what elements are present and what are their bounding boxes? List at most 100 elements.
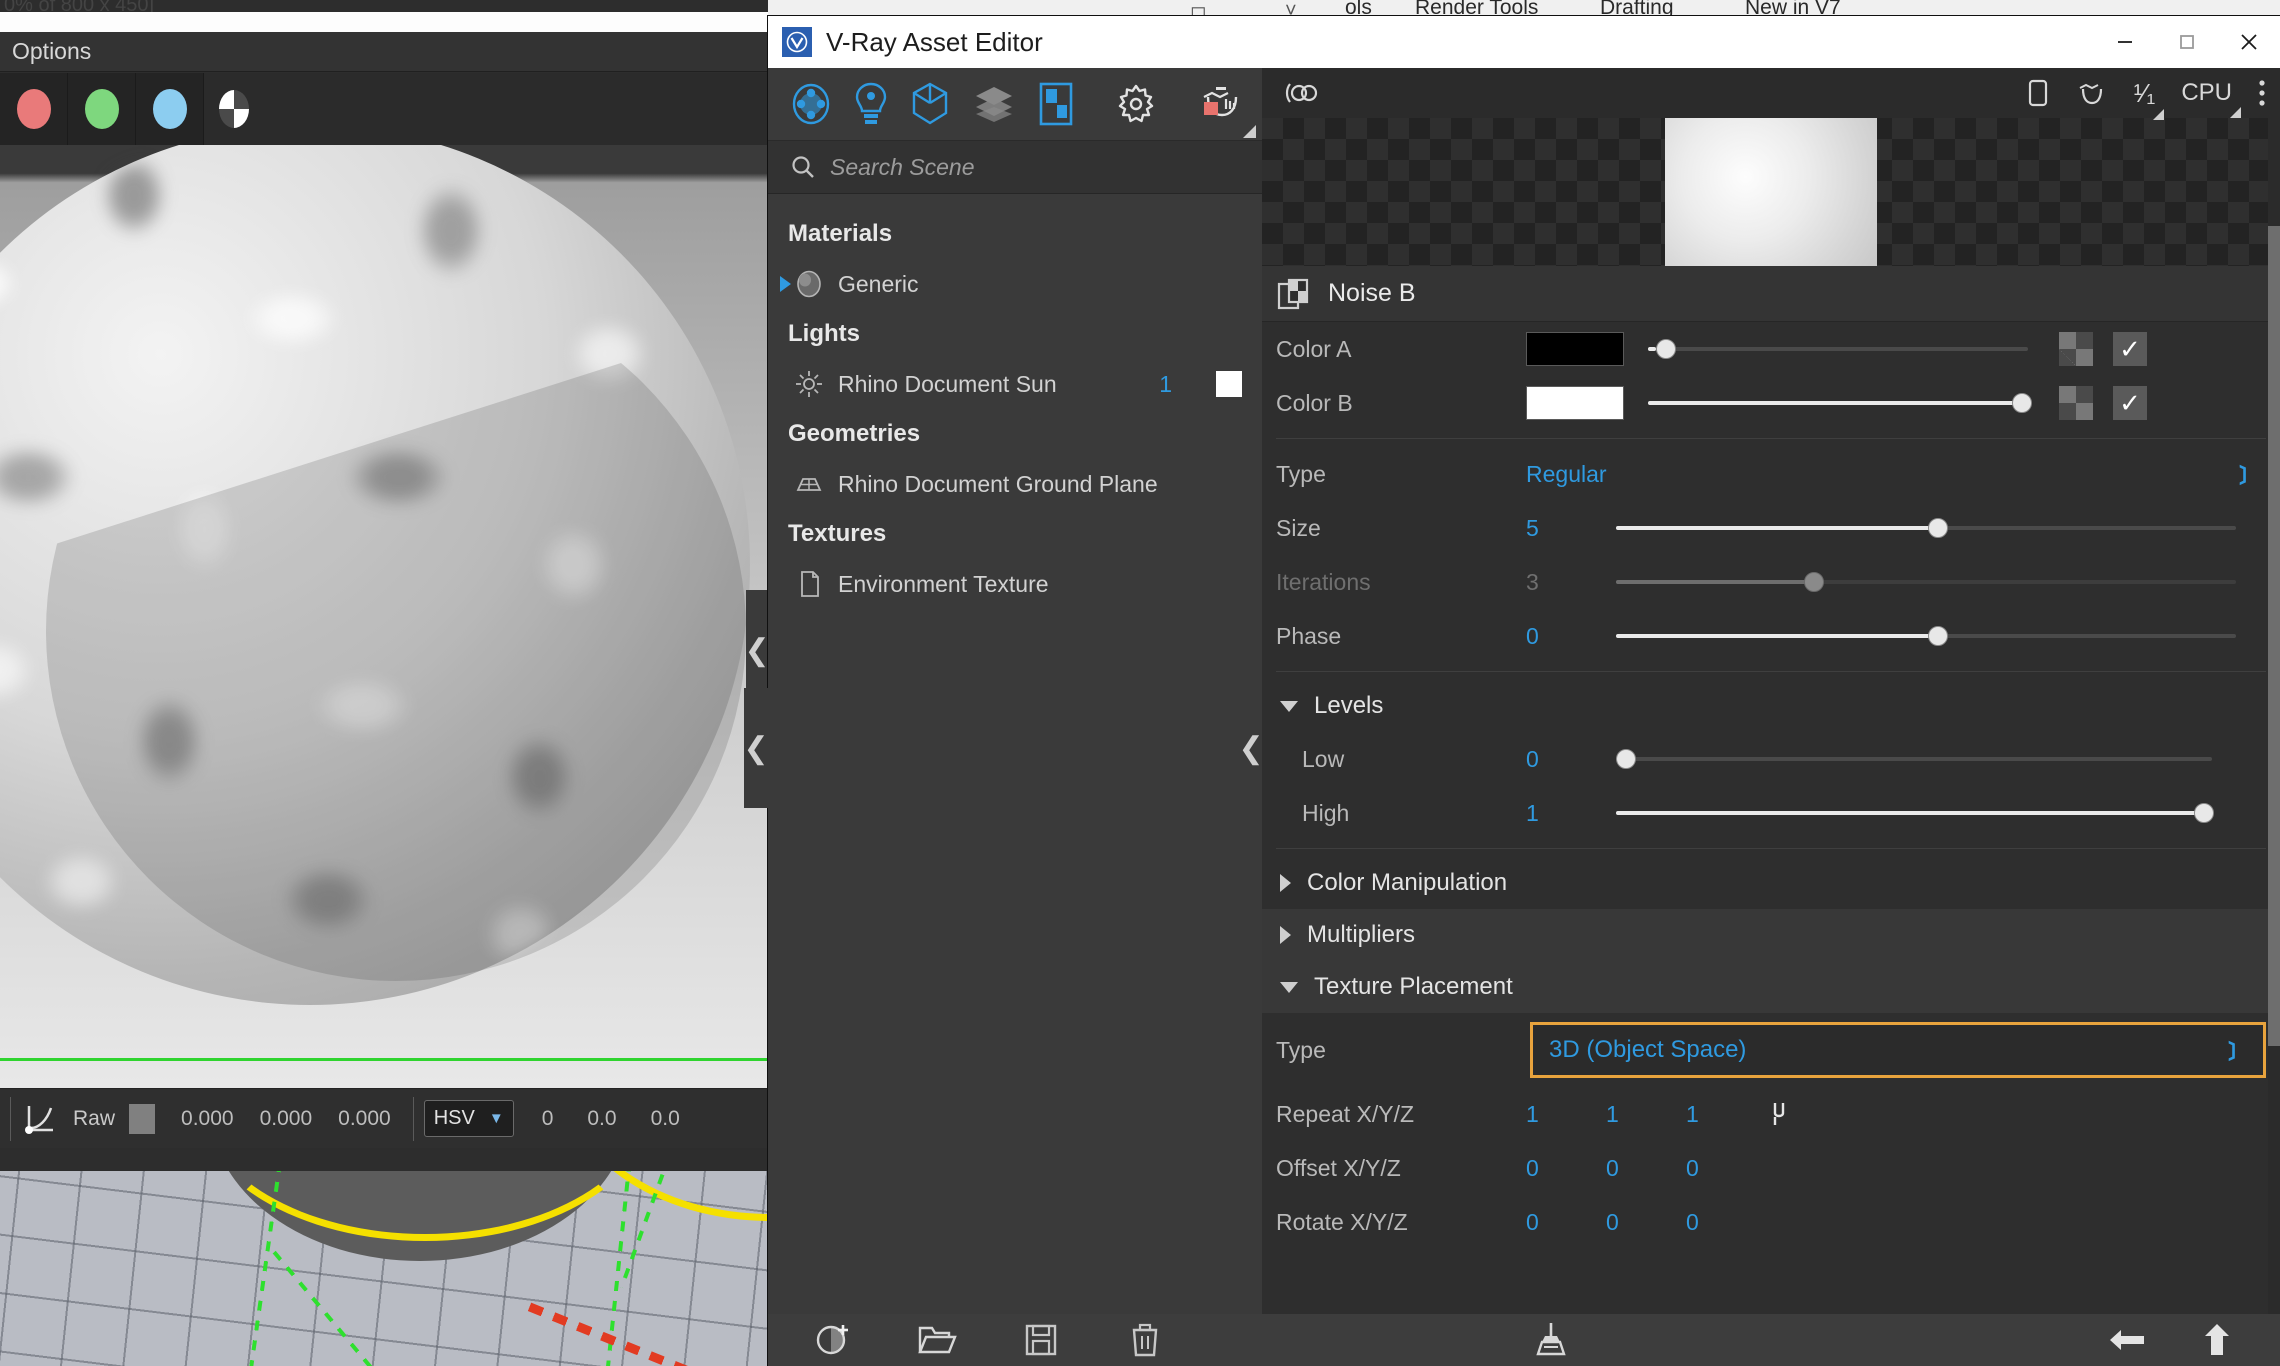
open-asset-button[interactable] bbox=[904, 1314, 970, 1366]
section-multipliers[interactable]: Multipliers bbox=[1262, 909, 2280, 961]
property-row-placement-type[interactable]: Type 3D (Object Space) ﹞ bbox=[1262, 1013, 2280, 1087]
repeat-x-value[interactable]: 1 bbox=[1526, 1101, 1606, 1128]
purge-assets-button[interactable] bbox=[1518, 1314, 1584, 1366]
rotate-y-value[interactable]: 0 bbox=[1606, 1209, 1686, 1236]
repeat-z-value[interactable]: 1 bbox=[1686, 1101, 1766, 1128]
curve-icon[interactable] bbox=[21, 1100, 59, 1138]
back-button[interactable] bbox=[2094, 1314, 2160, 1366]
asset-editor-footer[interactable] bbox=[768, 1314, 2280, 1366]
link-icon[interactable] bbox=[1766, 1099, 1792, 1129]
iterations-value[interactable]: 3 bbox=[1526, 569, 1606, 596]
color-a-slider[interactable] bbox=[1648, 338, 2028, 360]
render-elements-tab[interactable] bbox=[972, 78, 1016, 130]
placement-type-chevron-down-icon[interactable]: ﹞ bbox=[2217, 1035, 2247, 1065]
asset-type-toolbar[interactable] bbox=[768, 68, 1324, 140]
color-b-enabled-checkbox[interactable]: ✓ bbox=[2113, 386, 2147, 420]
stop-render-icon[interactable] bbox=[2026, 78, 2050, 108]
light-color-swatch[interactable] bbox=[1216, 371, 1242, 397]
rotate-x-value[interactable]: 0 bbox=[1526, 1209, 1606, 1236]
resolution-dropdown-triangle-icon[interactable] bbox=[2153, 108, 2165, 120]
green-channel-button[interactable] bbox=[68, 73, 136, 145]
property-row-type[interactable]: Type Regular ﹞ bbox=[1262, 447, 2280, 501]
expand-arrow-icon[interactable] bbox=[780, 276, 791, 292]
preview-header[interactable]: ¹⁄₁ CPU bbox=[1262, 68, 2280, 120]
iterations-slider[interactable] bbox=[1616, 571, 2236, 593]
phase-slider[interactable] bbox=[1616, 625, 2236, 647]
offset-y-value[interactable]: 0 bbox=[1606, 1155, 1686, 1182]
device-button[interactable]: CPU bbox=[2181, 79, 2241, 118]
type-chevron-down-icon[interactable]: ﹞ bbox=[2228, 459, 2258, 489]
teapot-preview-icon[interactable] bbox=[2076, 79, 2108, 107]
low-value[interactable]: 0 bbox=[1526, 746, 1606, 773]
placement-type-select[interactable]: 3D (Object Space) ﹞ bbox=[1530, 1022, 2266, 1078]
high-value[interactable]: 1 bbox=[1526, 800, 1606, 827]
low-slider[interactable] bbox=[1616, 748, 2212, 770]
color-a-swatch[interactable] bbox=[1526, 332, 1624, 366]
rhino-viewport[interactable] bbox=[0, 1171, 768, 1366]
close-button[interactable] bbox=[2218, 16, 2280, 68]
repeat-y-value[interactable]: 1 bbox=[1606, 1101, 1686, 1128]
window-title-bar[interactable]: V-Ray Asset Editor bbox=[768, 16, 2280, 68]
material-preview-area[interactable] bbox=[1262, 118, 2280, 266]
kebab-menu-icon[interactable] bbox=[2258, 78, 2266, 108]
properties-scrollbar-thumb[interactable] bbox=[2268, 226, 2280, 1046]
rotate-z-value[interactable]: 0 bbox=[1686, 1209, 1766, 1236]
size-slider[interactable] bbox=[1616, 517, 2236, 539]
settings-tab[interactable] bbox=[1114, 78, 1158, 130]
section-texture-placement[interactable]: Texture Placement bbox=[1262, 961, 2280, 1013]
color-b-texture-slot-icon[interactable] bbox=[2059, 386, 2093, 420]
alpha-channel-button[interactable] bbox=[212, 73, 256, 145]
high-slider[interactable] bbox=[1616, 802, 2215, 824]
properties-scrollbar-track[interactable] bbox=[2268, 118, 2280, 1314]
up-button[interactable] bbox=[2184, 1314, 2250, 1366]
property-row-color-a[interactable]: Color A ✓ bbox=[1262, 322, 2280, 376]
offset-x-value[interactable]: 0 bbox=[1526, 1155, 1606, 1182]
property-row-rotate[interactable]: Rotate X/Y/Z 0 0 0 bbox=[1262, 1195, 2280, 1249]
property-row-iterations[interactable]: Iterations 3 bbox=[1262, 555, 2280, 609]
maximize-button[interactable] bbox=[2156, 16, 2218, 68]
tree-item-rhino-document-sun[interactable]: Rhino Document Sun 1 bbox=[768, 360, 1262, 408]
tree-item-generic[interactable]: Generic bbox=[768, 260, 1262, 308]
channel-button-row[interactable] bbox=[0, 73, 768, 145]
render-status-bar[interactable]: Raw 0.000 0.000 0.000 HSV ▼ 0 0.0 0.0 bbox=[0, 1088, 768, 1148]
delete-asset-button[interactable] bbox=[1112, 1314, 1178, 1366]
resolution-divider-button[interactable]: ¹⁄₁ bbox=[2134, 78, 2165, 120]
search-scene-row[interactable] bbox=[768, 140, 1262, 194]
materials-tab[interactable] bbox=[790, 78, 832, 130]
left-panel-collapse-handle[interactable]: ❮ bbox=[743, 688, 769, 808]
render-options-triangle-icon[interactable] bbox=[1243, 125, 1256, 138]
property-row-size[interactable]: Size 5 bbox=[1262, 501, 2280, 555]
lights-tab[interactable] bbox=[854, 78, 888, 130]
type-value[interactable]: Regular bbox=[1526, 461, 2228, 488]
property-row-repeat[interactable]: Repeat X/Y/Z 1 1 1 bbox=[1262, 1087, 2280, 1141]
textures-tab[interactable] bbox=[1038, 78, 1074, 130]
tree-item-environment-texture[interactable]: Environment Texture bbox=[768, 560, 1262, 608]
property-row-color-b[interactable]: Color B ✓ bbox=[1262, 376, 2280, 430]
size-value[interactable]: 5 bbox=[1526, 515, 1606, 542]
color-a-texture-slot-icon[interactable] bbox=[2059, 332, 2093, 366]
search-input[interactable] bbox=[830, 153, 1210, 181]
device-dropdown-triangle-icon[interactable] bbox=[2230, 107, 2241, 118]
blue-channel-button[interactable] bbox=[136, 73, 204, 145]
save-asset-button[interactable] bbox=[1008, 1314, 1074, 1366]
color-space-select[interactable]: HSV ▼ bbox=[423, 1100, 514, 1137]
preview-toggle-icon[interactable] bbox=[1284, 80, 1318, 106]
minimize-button[interactable] bbox=[2094, 16, 2156, 68]
add-asset-button[interactable] bbox=[800, 1314, 866, 1366]
offset-z-value[interactable]: 0 bbox=[1686, 1155, 1766, 1182]
right-panel-collapse-handle[interactable]: ❮ bbox=[1238, 688, 1264, 808]
render-interactive-button[interactable] bbox=[1198, 78, 1256, 138]
tree-item-rhino-document-ground-plane[interactable]: Rhino Document Ground Plane bbox=[768, 460, 1262, 508]
geometry-tab[interactable] bbox=[910, 78, 950, 130]
section-levels[interactable]: Levels bbox=[1262, 680, 2280, 732]
red-channel-button[interactable] bbox=[0, 73, 68, 145]
property-row-phase[interactable]: Phase 0 bbox=[1262, 609, 2280, 663]
property-row-offset[interactable]: Offset X/Y/Z 0 0 0 bbox=[1262, 1141, 2280, 1195]
color-b-slider[interactable] bbox=[1648, 392, 2033, 414]
options-bar[interactable]: Options bbox=[0, 32, 768, 72]
color-a-enabled-checkbox[interactable]: ✓ bbox=[2113, 332, 2147, 366]
phase-value[interactable]: 0 bbox=[1526, 623, 1606, 650]
property-row-low[interactable]: Low 0 bbox=[1262, 732, 2280, 786]
section-color-manipulation[interactable]: Color Manipulation bbox=[1262, 857, 2280, 909]
property-row-high[interactable]: High 1 bbox=[1262, 786, 2280, 840]
